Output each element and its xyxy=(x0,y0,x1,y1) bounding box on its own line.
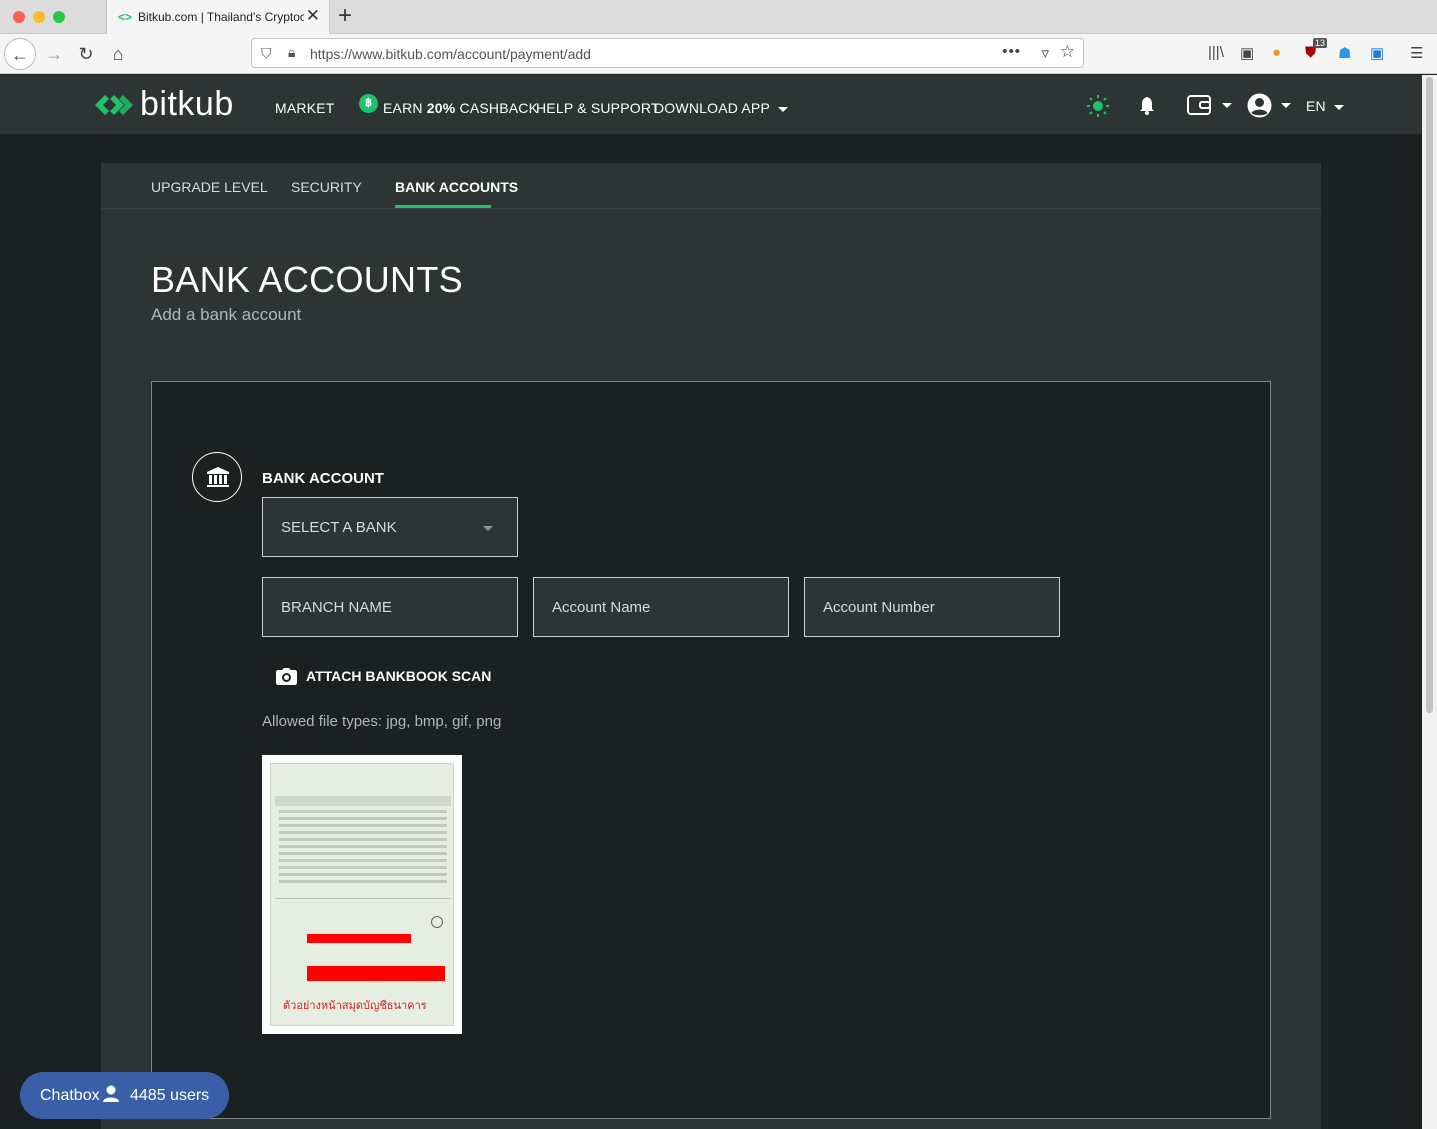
tracking-shield-icon[interactable]: ⛉ xyxy=(261,45,272,62)
forward-button[interactable]: → xyxy=(38,38,70,70)
select-bank-dropdown[interactable]: SELECT A BANK xyxy=(262,497,518,557)
bankbook-sample-caption: ตัวอย่างหน้าสมุดบัญชีธนาคาร xyxy=(283,1000,427,1012)
select-chevron-down-icon xyxy=(483,526,493,531)
language-label: EN xyxy=(1306,98,1326,114)
chevron-down-icon xyxy=(777,106,788,112)
bitkub-logo-icon xyxy=(95,95,133,115)
wallet-icon[interactable] xyxy=(1187,95,1213,115)
earn-suffix: CASHBACK xyxy=(455,100,539,116)
bankbook-page: ตัวอย่างหน้าสมุดบัญชีธนาคาร xyxy=(270,763,454,1026)
page-scrollbar[interactable] xyxy=(1422,75,1437,1129)
tab-security[interactable]: SECURITY xyxy=(291,179,362,195)
browser-nav-bar: ← → ↻ ⌂ ⛉ 🔒︎ https://www.bitkub.com/acco… xyxy=(0,34,1437,74)
account-chevron-down-icon[interactable] xyxy=(1281,103,1291,108)
chatbox-label: Chatbox xyxy=(40,1087,100,1104)
bank-seal-icon xyxy=(431,916,443,928)
url-bar[interactable]: ⛉ 🔒︎ https://www.bitkub.com/account/paym… xyxy=(251,38,1084,68)
nav-earn-cashback[interactable]: EARN 20% CASHBACK xyxy=(383,100,538,116)
library-icon[interactable]: |||\ xyxy=(1208,44,1224,61)
nav-market[interactable]: MARKET xyxy=(275,100,335,116)
language-selector[interactable]: EN xyxy=(1306,98,1344,114)
logo-wordmark: bitkub xyxy=(140,85,234,123)
url-text[interactable]: https://www.bitkub.com/account/payment/a… xyxy=(310,46,591,62)
hamburger-menu-icon[interactable]: ☰ xyxy=(1410,44,1423,62)
extension-badge: 13 xyxy=(1313,38,1328,48)
allowed-file-types: Allowed file types: jpg, bmp, gif, png xyxy=(262,713,502,730)
reload-button[interactable]: ↻ xyxy=(70,38,102,70)
page-actions-more-icon[interactable]: ••• xyxy=(1002,43,1021,60)
close-window-button[interactable] xyxy=(13,11,25,23)
bankbook-sample-image: ตัวอย่างหน้าสมุดบัญชีธนาคาร xyxy=(262,755,462,1034)
account-name-input[interactable]: Account Name xyxy=(533,577,789,637)
account-number-input[interactable]: Account Number xyxy=(804,577,1060,637)
account-card: UPGRADE LEVEL SECURITY BANK ACCOUNTS BAN… xyxy=(101,163,1321,1129)
pocket-icon[interactable]: ▿ xyxy=(1041,44,1049,62)
browser-tab-bar: <> Bitkub.com | Thailand's Cryptoc ✕ + xyxy=(0,0,1437,34)
bank-building-icon xyxy=(207,467,229,487)
zoom-window-button[interactable] xyxy=(53,11,65,23)
wallet-chevron-down-icon[interactable] xyxy=(1222,103,1232,108)
back-button[interactable]: ← xyxy=(4,38,36,70)
notifications-bell-icon[interactable] xyxy=(1139,97,1155,115)
extension-blue-icon[interactable]: ▣ xyxy=(1370,44,1384,62)
site-header: bitkub MARKET EARN 20% CASHBACK HELP & S… xyxy=(0,75,1422,134)
chatbox-users-count: 4485 users xyxy=(130,1087,210,1104)
account-number-placeholder: Account Number xyxy=(823,599,935,616)
theme-toggle-sun-icon[interactable] xyxy=(1087,95,1109,117)
close-tab-icon[interactable]: ✕ xyxy=(306,6,320,26)
nav-help-support[interactable]: HELP & SUPPORT xyxy=(536,100,660,116)
tab-title: Bitkub.com | Thailand's Cryptoc xyxy=(138,10,304,24)
select-bank-text: SELECT A BANK xyxy=(281,519,397,536)
bankbook-header-strip xyxy=(275,796,451,806)
earn-prefix: EARN xyxy=(383,100,427,116)
scrollbar-thumb[interactable] xyxy=(1426,77,1433,713)
redacted-account-name xyxy=(307,966,445,981)
nav-download-app[interactable]: DOWNLOAD APP xyxy=(654,100,788,116)
page-subtitle: Add a bank account xyxy=(151,305,302,324)
tab-upgrade-level[interactable]: UPGRADE LEVEL xyxy=(151,179,268,195)
active-tab-indicator xyxy=(395,205,491,208)
attach-bankbook-label: ATTACH BANKBOOK SCAN xyxy=(306,668,492,684)
sidebar-icon[interactable]: ▣ xyxy=(1240,44,1254,62)
extension-chrome-icon[interactable]: ● xyxy=(1272,44,1281,61)
account-name-placeholder: Account Name xyxy=(552,599,651,616)
download-app-label: DOWNLOAD APP xyxy=(654,100,770,116)
bankbook-divider xyxy=(275,898,451,899)
home-button[interactable]: ⌂ xyxy=(102,38,134,70)
add-bank-account-form: BANK ACCOUNT SELECT A BANK BRANCH NAME A… xyxy=(151,381,1271,1119)
minimize-window-button[interactable] xyxy=(33,11,45,23)
account-avatar-icon[interactable] xyxy=(1247,93,1272,118)
lock-icon[interactable]: 🔒︎ xyxy=(288,44,295,61)
ghostery-extension-icon[interactable]: ☗ xyxy=(1338,44,1351,62)
bankbook-terms-lines xyxy=(279,810,447,887)
account-subtabs: UPGRADE LEVEL SECURITY BANK ACCOUNTS xyxy=(101,163,1321,209)
redacted-account-number xyxy=(307,934,411,943)
new-tab-icon[interactable]: + xyxy=(338,2,352,30)
bank-icon-circle xyxy=(192,452,242,502)
bitcoin-coin-icon: ฿ xyxy=(359,94,378,113)
earn-percent: 20% xyxy=(426,100,456,116)
bookmark-star-icon[interactable]: ☆ xyxy=(1060,42,1075,62)
language-chevron-down-icon xyxy=(1333,104,1344,110)
bank-account-label: BANK ACCOUNT xyxy=(262,470,384,487)
bitkub-favicon-icon: <> xyxy=(118,10,133,24)
branch-name-placeholder: BRANCH NAME xyxy=(281,599,392,616)
page-title: BANK ACCOUNTS xyxy=(151,259,463,300)
user-icon xyxy=(103,1085,119,1102)
branch-name-input[interactable]: BRANCH NAME xyxy=(262,577,518,637)
browser-tab[interactable]: <> Bitkub.com | Thailand's Cryptoc ✕ xyxy=(106,0,330,34)
chatbox-button[interactable]: Chatbox 4485 users xyxy=(20,1072,229,1119)
camera-icon xyxy=(276,668,297,685)
tab-bank-accounts[interactable]: BANK ACCOUNTS xyxy=(395,179,518,195)
